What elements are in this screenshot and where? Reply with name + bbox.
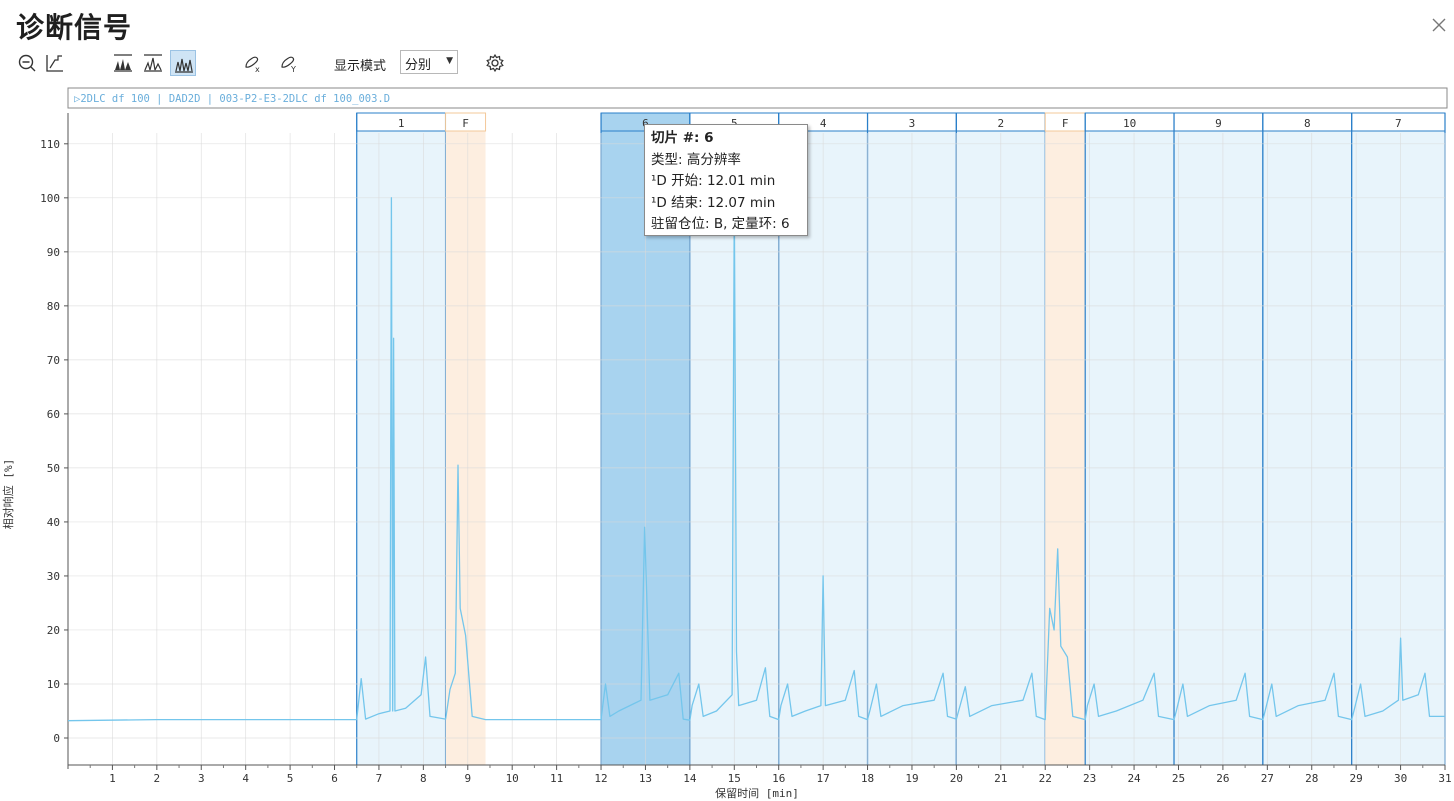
- x-tick-label: 2: [154, 772, 161, 785]
- slice-region[interactable]: [1085, 131, 1175, 765]
- y-tick-label: 50: [47, 462, 60, 475]
- x-tick-label: 7: [376, 772, 383, 785]
- display-mode-value: 分别: [405, 58, 432, 73]
- y-tick-label: 110: [40, 138, 60, 151]
- x-tick-label: 12: [594, 772, 607, 785]
- slice-region[interactable]: [1351, 131, 1445, 765]
- slice-region[interactable]: [1174, 131, 1263, 765]
- x-tick-label: 19: [905, 772, 918, 785]
- slice-label[interactable]: F: [462, 117, 469, 130]
- settings-icon[interactable]: [482, 50, 508, 76]
- display-mode-label: 显示模式: [334, 59, 387, 74]
- svg-text:x: x: [255, 65, 260, 73]
- x-tick-label: 26: [1216, 772, 1229, 785]
- y-tick-label: 80: [47, 300, 60, 313]
- y-tick-label: 70: [47, 354, 60, 367]
- zoom-out-icon[interactable]: [14, 50, 40, 76]
- y-tick-label: 20: [47, 624, 60, 637]
- x-tick-label: 22: [1039, 772, 1052, 785]
- x-tick-label: 16: [772, 772, 785, 785]
- slice-label[interactable]: F: [1062, 117, 1069, 130]
- x-tick-label: 18: [861, 772, 874, 785]
- x-tick-label: 29: [1350, 772, 1363, 785]
- svg-text:Y: Y: [290, 65, 296, 73]
- stacked-view-icon[interactable]: [110, 50, 136, 76]
- fraction-region[interactable]: [445, 131, 486, 765]
- tooltip-start: ¹D 开始: 12.01 min: [651, 173, 776, 189]
- y-tick-label: 10: [47, 678, 60, 691]
- x-tick-label: 15: [728, 772, 741, 785]
- slice-label[interactable]: 4: [820, 117, 827, 130]
- y-tick-label: 100: [40, 192, 60, 205]
- x-tick-label: 25: [1172, 772, 1185, 785]
- slice-label[interactable]: 7: [1395, 117, 1402, 130]
- tooltip-end: ¹D 结束: 12.07 min: [651, 194, 776, 211]
- x-tick-label: 24: [1127, 772, 1141, 785]
- close-icon[interactable]: [1428, 14, 1450, 36]
- slice-label[interactable]: 2: [997, 117, 1004, 130]
- link-y-icon[interactable]: Y: [276, 50, 302, 76]
- slice-label[interactable]: 3: [909, 117, 916, 130]
- x-tick-label: 1: [109, 772, 116, 785]
- y-tick-label: 30: [47, 570, 60, 583]
- fraction-region[interactable]: [1045, 131, 1086, 765]
- x-axis-label: 保留时间 [min]: [715, 786, 799, 800]
- chevron-down-icon: ▼: [446, 56, 453, 66]
- slice-region[interactable]: [356, 131, 446, 765]
- x-tick-label: 13: [639, 772, 652, 785]
- slice-label[interactable]: 10: [1123, 117, 1136, 130]
- y-tick-label: 60: [47, 408, 60, 421]
- window-title: 诊断信号: [16, 11, 133, 44]
- x-tick-label: 4: [242, 772, 249, 785]
- slice-label[interactable]: 9: [1215, 117, 1222, 130]
- y-tick-label: 0: [53, 732, 60, 745]
- x-tick-label: 3: [198, 772, 205, 785]
- x-tick-label: 10: [506, 772, 519, 785]
- x-tick-label: 20: [950, 772, 963, 785]
- slice-label[interactable]: 1: [398, 117, 405, 130]
- x-tick-label: 28: [1305, 772, 1318, 785]
- reset-zoom-icon[interactable]: [42, 50, 68, 76]
- link-x-icon[interactable]: x: [240, 50, 266, 76]
- tooltip-type: 类型: 高分辨率: [651, 151, 741, 168]
- x-tick-label: 27: [1261, 772, 1274, 785]
- display-mode-select[interactable]: 分别 ▼: [400, 50, 458, 74]
- x-tick-label: 30: [1394, 772, 1407, 785]
- toolbar: x Y 显示模式 分别 ▼: [14, 48, 574, 78]
- x-tick-label: 21: [994, 772, 1007, 785]
- y-axis-label: 相对响应 [%]: [1, 459, 15, 530]
- tooltip-loop: 驻留仓位: B, 定量环: 6: [651, 216, 790, 232]
- x-tick-label: 11: [550, 772, 563, 785]
- overlay-view-icon[interactable]: [140, 50, 166, 76]
- slice-label[interactable]: 8: [1304, 117, 1311, 130]
- y-tick-label: 40: [47, 516, 60, 529]
- slice-region[interactable]: [1262, 131, 1352, 765]
- x-tick-label: 5: [287, 772, 294, 785]
- x-tick-label: 8: [420, 772, 427, 785]
- chart-header-label: ▷2DLC df 100 | DAD2D | 003-P2-E3-2DLC df…: [74, 93, 390, 105]
- slice-tooltip: 切片 #: 6 类型: 高分辨率 ¹D 开始: 12.01 min ¹D 结束:…: [644, 124, 808, 236]
- x-tick-label: 17: [817, 772, 830, 785]
- x-tick-label: 9: [464, 772, 471, 785]
- x-tick-label: 23: [1083, 772, 1096, 785]
- separate-view-icon[interactable]: [170, 50, 196, 76]
- x-tick-label: 6: [331, 772, 338, 785]
- y-tick-label: 90: [47, 246, 60, 259]
- x-tick-label: 14: [683, 772, 697, 785]
- x-tick-label: 31: [1438, 772, 1451, 785]
- tooltip-title: 切片 #: 6: [651, 130, 714, 146]
